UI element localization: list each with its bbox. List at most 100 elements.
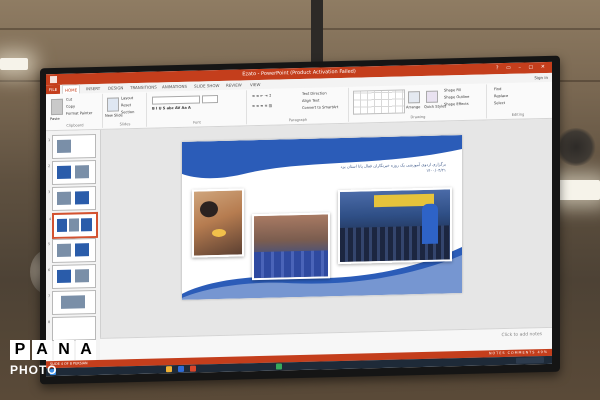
align-text-button[interactable]: Align Text [302,99,319,103]
arrange-button[interactable]: Arrange [406,105,420,109]
thumbnail-image [75,269,89,283]
thumbnail-image [57,191,71,205]
thumbnail-number: 3 [48,190,51,195]
new-slide-icon[interactable] [107,97,119,112]
font-label: Font [193,120,201,125]
taskbar-app-icon[interactable] [166,366,172,373]
clipboard-group: Paste Cut Copy Format Painter Clipboard [48,93,103,130]
replace-button[interactable]: Replace [494,94,508,98]
watermark-letter: A [32,340,52,360]
taskbar-app-icon[interactable] [276,363,282,370]
arrange-icon[interactable] [408,91,420,104]
slide-thumbnail[interactable]: 6 [48,263,96,290]
slide-photo[interactable] [338,187,452,265]
editing-group: Find Replace Select Editing [488,83,548,118]
tab-design[interactable]: DESIGN [108,83,123,92]
list-icons[interactable]: ≡ ≡ ⇤ ⇥ ↕ [252,94,272,98]
powerpoint-window: Ezato - PowerPoint (Product Activation F… [46,61,552,377]
notes-placeholder: Click to add notes [501,332,543,339]
shape-outline-button[interactable]: Shape Outline [444,95,469,100]
find-button[interactable]: Find [494,87,501,91]
workspace: 1 2 3 4 5 6 7 8 برگزاری اردوی آموزشی یک … [46,118,552,362]
thumbnail-image [75,191,89,205]
watermark-letter: N [54,340,74,360]
reset-button[interactable]: Reset [121,103,131,107]
quick-styles-button[interactable]: Quick Styles [424,104,446,109]
sign-in-link[interactable]: Sign in [534,73,548,82]
thumbnail-number: 7 [48,294,51,299]
shape-fill-button[interactable]: Shape Fill [444,88,461,92]
slide-photo[interactable] [192,188,244,258]
section-button[interactable]: Section [121,110,134,114]
projector-pole [311,0,323,62]
ceiling-fan [555,128,597,166]
clipboard-label: Clipboard [66,123,84,128]
pana-photo-watermark: P A N A PHOTO [10,340,96,377]
thumbnail-image [69,218,79,232]
tab-review[interactable]: REVIEW [226,80,242,89]
watermark-photo-label: PHOTO [10,363,58,377]
slide-thumbnail[interactable]: 8 [48,315,96,342]
slides-label: Slides [119,122,131,127]
ceiling-light [0,58,28,70]
slide-photo[interactable] [252,212,330,281]
bold-icon[interactable]: B I U S abc AV Aa A [152,106,191,111]
thumbnail-image [81,218,92,232]
slide-thumbnail[interactable]: 2 [48,159,96,186]
thumbnail-image [57,139,71,153]
photo-detail [200,201,218,218]
powerpoint-taskbar-icon[interactable] [190,365,196,372]
tab-insert[interactable]: INSERT [86,84,100,93]
thumbnail-image [75,243,89,257]
tab-view[interactable]: VIEW [250,80,260,89]
font-size-select[interactable] [202,95,218,104]
cut-button[interactable]: Cut [66,98,72,102]
slide-thumbnail[interactable]: 1 [48,133,96,160]
thumbnail-image [57,165,71,179]
tab-home[interactable]: HOME [62,84,81,94]
watermark-letter: P [10,340,30,360]
thumbnail-number: 4 [49,217,52,222]
watermark-letter: A [76,340,96,360]
slide-thumbnail-pane[interactable]: 1 2 3 4 5 6 7 8 [46,129,101,362]
quick-styles-icon[interactable] [426,90,438,103]
taskbar-app-icon[interactable] [178,365,184,372]
slide-canvas[interactable]: برگزاری اردوی آموزشی یک روزه خبرنگاران ف… [182,135,462,300]
drawing-label: Drawing [410,114,426,120]
thumbnail-number: 8 [48,320,51,325]
thumbnail-image [57,269,71,283]
paste-icon[interactable] [51,98,63,116]
photo-detail [422,203,438,245]
system-tray[interactable] [516,357,544,364]
paragraph-label: Paragraph [288,117,308,123]
photo-detail [212,228,226,238]
thumbnail-number: 5 [48,242,51,247]
copy-button[interactable]: Copy [66,104,75,108]
thumbnail-image [61,295,85,309]
tab-file[interactable]: FILE [46,84,60,95]
slides-group: New Slide Layout Reset Section Slides [104,92,147,128]
font-family-select[interactable] [152,95,200,105]
slide-thumbnail[interactable]: 3 [48,185,96,212]
photo-detail [254,250,328,279]
convert-smartart-button[interactable]: Convert to SmartArt [302,105,338,110]
align-icons[interactable]: ≡ ≡ ≡ ≡ ▥ [252,104,272,108]
font-group: B I U S abc AV Aa A Font [148,90,247,127]
thumbnail-number: 2 [48,164,51,169]
layout-button[interactable]: Layout [121,96,133,100]
tv-monitor: Ezato - PowerPoint (Product Activation F… [40,55,560,385]
drawing-group: Arrange Quick Styles Shape Fill Shape Ou… [350,84,487,122]
paste-button[interactable]: Paste [50,117,60,121]
slide-thumbnail[interactable]: 5 [48,237,96,264]
thumbnail-number: 6 [48,268,51,273]
thumbnail-image [75,165,89,179]
slide-thumbnail-selected[interactable]: 4 [49,211,98,240]
select-button[interactable]: Select [494,101,505,105]
editing-label: Editing [511,112,525,117]
thumbnail-image [57,243,71,257]
text-direction-button[interactable]: Text Direction [302,91,327,96]
thumbnail-image [57,218,67,232]
shape-effects-button[interactable]: Shape Effects [444,102,469,107]
format-painter-button[interactable]: Format Painter [66,111,92,116]
slide-thumbnail[interactable]: 7 [48,289,96,316]
